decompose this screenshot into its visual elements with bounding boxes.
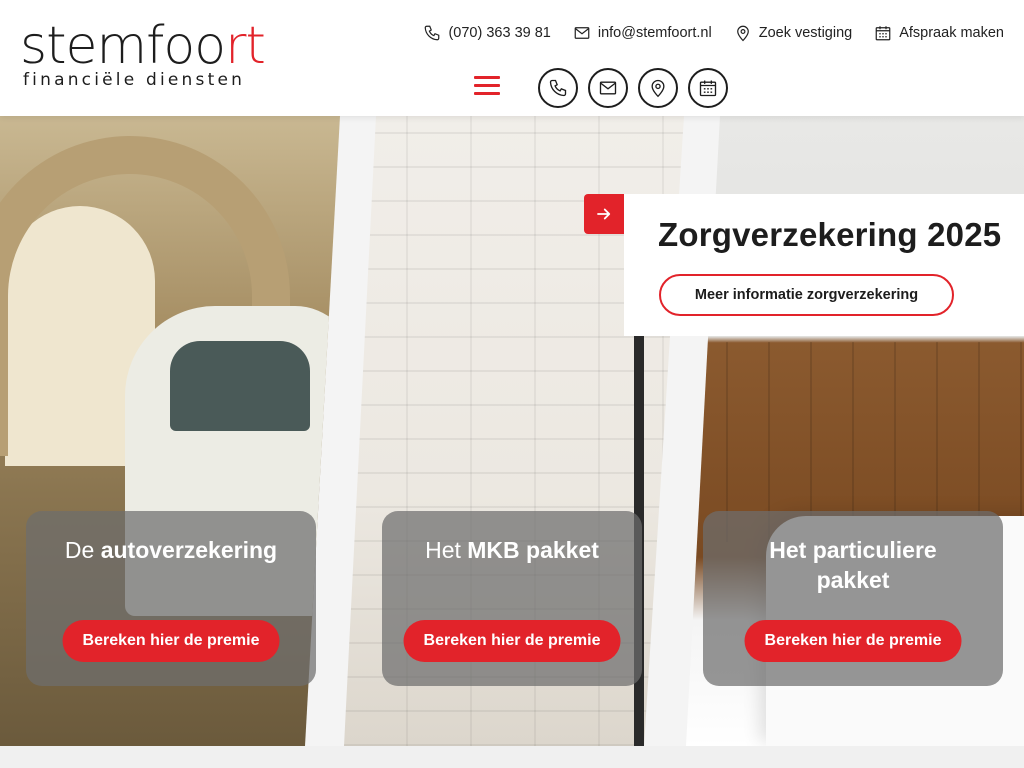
feature-arrow-button[interactable] bbox=[584, 194, 624, 234]
contact-links: (070) 363 39 81 info@stemfoort.nl Zoek v… bbox=[423, 24, 1004, 42]
location-circle-button[interactable] bbox=[638, 68, 678, 108]
card-mkb-pakket: Het MKB pakket Bereken hier de premie bbox=[382, 511, 642, 686]
mail-icon bbox=[574, 27, 590, 39]
card-title: De autoverzekering bbox=[64, 537, 278, 563]
card-autoverzekering: De autoverzekering Bereken hier de premi… bbox=[26, 511, 316, 686]
feature-box: Zorgverzekering 2025 Meer informatie zor… bbox=[624, 194, 1024, 336]
mail-icon bbox=[599, 81, 617, 95]
location-pin-icon bbox=[651, 79, 665, 98]
calendar-icon bbox=[875, 26, 891, 41]
calendar-circle-button[interactable] bbox=[688, 68, 728, 108]
calculate-premium-button[interactable]: Bereken hier de premie bbox=[62, 620, 280, 662]
card-particuliere-pakket: Het particuliere pakket Bereken hier de … bbox=[703, 511, 1003, 686]
feature-title: Zorgverzekering 2025 bbox=[658, 216, 1002, 253]
email-link[interactable]: info@stemfoort.nl bbox=[573, 24, 712, 42]
feature-info-button[interactable]: Meer informatie zorgverzekering bbox=[659, 274, 954, 316]
site-header: stemfoort financiële diensten (070) 363 … bbox=[0, 0, 1024, 116]
calculate-premium-button[interactable]: Bereken hier de premie bbox=[403, 620, 621, 662]
mail-circle-button[interactable] bbox=[588, 68, 628, 108]
location-label: Zoek vestiging bbox=[758, 25, 853, 41]
menu-icon[interactable] bbox=[474, 76, 500, 96]
phone-icon bbox=[425, 25, 440, 41]
email-address: info@stemfoort.nl bbox=[597, 25, 712, 41]
phone-number: (070) 363 39 81 bbox=[448, 25, 551, 41]
phone-icon bbox=[549, 79, 567, 97]
phone-circle-button[interactable] bbox=[538, 68, 578, 108]
logo[interactable]: stemfoort financiële diensten bbox=[20, 18, 300, 90]
arrow-right-icon bbox=[597, 208, 611, 220]
logo-wordmark: stemfoort bbox=[20, 16, 266, 76]
quick-contact-icons bbox=[538, 68, 728, 108]
page-bottom-strip bbox=[0, 746, 1024, 768]
calculate-premium-button[interactable]: Bereken hier de premie bbox=[744, 620, 962, 662]
card-title: Het MKB pakket bbox=[425, 537, 599, 563]
phone-link[interactable]: (070) 363 39 81 bbox=[423, 24, 551, 42]
hero-section: Zorgverzekering 2025 Meer informatie zor… bbox=[0, 116, 1024, 746]
location-pin-icon bbox=[736, 25, 749, 42]
card-title: Het particuliere pakket bbox=[769, 537, 937, 593]
calendar-icon bbox=[699, 80, 717, 97]
appointment-label: Afspraak maken bbox=[899, 25, 1004, 41]
appointment-link[interactable]: Afspraak maken bbox=[874, 24, 1004, 42]
location-link[interactable]: Zoek vestiging bbox=[734, 24, 853, 42]
